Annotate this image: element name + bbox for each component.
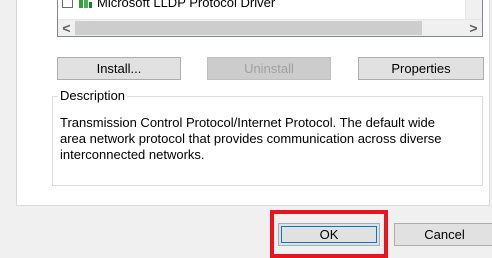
cancel-button[interactable]: Cancel [394, 223, 492, 246]
vertical-scrollbar[interactable] [465, 0, 482, 20]
highlight-box [270, 210, 388, 258]
component-list[interactable]: Microsoft LLDP Protocol Driver < > [57, 0, 483, 37]
description-text: Transmission Control Protocol/Internet P… [60, 115, 442, 162]
scroll-left-icon[interactable]: < [58, 20, 75, 36]
network-protocol-icon [77, 0, 93, 8]
scrollbar-thumb[interactable] [75, 21, 422, 35]
list-item-label: Microsoft LLDP Protocol Driver [97, 0, 276, 10]
properties-button[interactable]: Properties [358, 57, 484, 80]
horizontal-scrollbar[interactable]: < > [58, 19, 482, 36]
list-item-checkbox[interactable] [62, 0, 73, 8]
list-item[interactable]: Microsoft LLDP Protocol Driver [62, 0, 462, 10]
properties-panel: Microsoft LLDP Protocol Driver < > Insta… [16, 0, 490, 206]
description-legend: Description [58, 88, 128, 104]
uninstall-button[interactable]: Uninstall [207, 57, 331, 80]
install-button[interactable]: Install... [57, 57, 181, 80]
scroll-right-icon[interactable]: > [465, 20, 482, 36]
